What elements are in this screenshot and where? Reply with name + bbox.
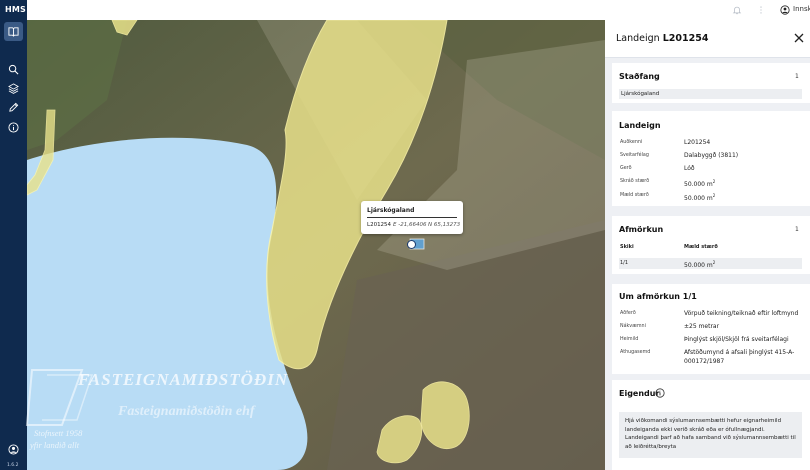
panel-title-id: L201254	[662, 33, 709, 44]
bell-icon[interactable]	[732, 5, 742, 15]
stadfang-heading: Staðfang	[619, 72, 660, 81]
app-version: 1.6.2	[7, 463, 19, 468]
um-afmorkun-heading: Um afmörkun 1/1	[619, 292, 697, 301]
row-label: Athugasemd	[620, 350, 651, 355]
watermark-subtitle: Fasteignamiðstöðin ehf	[118, 404, 255, 419]
watermark-title: FASTEIGNAMIÐSTÖÐIN	[78, 370, 289, 389]
row-label: Skráð stærð	[620, 179, 650, 184]
row-size: 50.000 m2	[684, 260, 716, 269]
landeign-heading: Landeign	[619, 121, 661, 130]
eigendur-note: Hjá viðkomandi sýslumannsembætti hefur e…	[619, 412, 802, 458]
row-label: Auðkenni	[620, 140, 643, 145]
search-button[interactable]	[4, 60, 23, 79]
popup-title: Ljárskógaland	[367, 207, 415, 214]
more-vertical-icon[interactable]	[756, 5, 766, 15]
row-value: ±25 metrar	[684, 323, 720, 330]
row-value: Vörpuð teikning/teiknað eftir loftmynd	[684, 310, 799, 317]
row-skiki: 1/1	[620, 260, 629, 266]
row-value: Lóð	[684, 165, 695, 172]
details-panel: Landeign L201254 Staðfang 1 Ljárskógalan…	[605, 20, 810, 470]
row-label: Heimild	[620, 337, 639, 342]
row-value: 50.000 m2	[684, 193, 716, 202]
location-marker[interactable]	[407, 240, 416, 249]
stadfang-count: 1	[795, 73, 799, 80]
popup-coord-n: N 65,13273	[428, 222, 461, 228]
row-label: Mæld stærð	[620, 193, 649, 198]
row-value: 50.000 m2	[684, 179, 716, 188]
book-open-icon	[8, 27, 19, 37]
layers-icon	[8, 83, 19, 94]
afmorkun-card: Afmörkun 1 Skiki Mæld stærð 1/1 50.000 m…	[612, 216, 810, 274]
watermark-tagline: yfir landið allt	[30, 440, 80, 450]
popup-coord-e: E -21,66406	[393, 222, 427, 228]
row-value: Afstöðumynd á afsali þinglýst 415-A-0001…	[684, 349, 795, 365]
small-parcel[interactable]	[420, 381, 470, 450]
afmorkun-heading: Afmörkun	[619, 225, 664, 234]
panel-title: Landeign L201254	[616, 33, 708, 44]
um-afmorkun-card: Um afmörkun 1/1 Aðferð Vörpuð teikning/t…	[612, 284, 810, 374]
eigendur-note-text: Hjá viðkomandi sýslumannsembætti hefur e…	[625, 418, 796, 450]
row-label: Aðferð	[620, 311, 636, 316]
row-value: L201254	[684, 139, 711, 146]
row-label: Gerð	[620, 166, 632, 171]
row-value: Þinglýst skjöl/Skjöl frá sveitarfélagi	[684, 336, 789, 343]
row-label: Sveitarfélag	[620, 153, 649, 158]
column-header-size: Mæld stærð	[684, 244, 718, 250]
stadfang-value: Ljárskógaland	[621, 91, 660, 97]
stadfang-card: Staðfang 1 Ljárskógaland	[612, 63, 810, 103]
afmorkun-count: 1	[795, 226, 799, 233]
user-circle-icon[interactable]	[780, 5, 790, 15]
account-button[interactable]	[4, 440, 23, 459]
close-icon[interactable]	[794, 33, 804, 43]
landeign-card: Landeign Auðkenni L201254 Sveitarfélag D…	[612, 111, 810, 206]
eigendur-heading: Eigendur	[619, 389, 660, 398]
map-layers-button[interactable]	[4, 22, 23, 41]
table-row[interactable]: 1/1 50.000 m2	[619, 258, 802, 269]
search-icon	[8, 64, 19, 75]
app-logo[interactable]: HMS	[5, 5, 26, 14]
stadfang-row[interactable]: Ljárskógaland	[619, 89, 802, 99]
login-link[interactable]: Innskr	[793, 5, 810, 13]
user-circle-icon	[8, 444, 19, 455]
column-header-skiki: Skiki	[620, 244, 634, 250]
row-label: Nákvæmni	[620, 324, 646, 329]
popup-parcel-id: L201254	[367, 222, 392, 228]
panel-title-prefix: Landeign	[616, 33, 660, 44]
map-popup: Ljárskógaland L201254 E -21,66406 N 65,1…	[361, 201, 463, 234]
watermark-founded: Stofnsett 1958	[34, 428, 83, 438]
layers-button[interactable]	[4, 79, 23, 98]
eigendur-card: Eigendur Hjá viðkomandi sýslumannsembætt…	[612, 380, 810, 470]
info-icon[interactable]	[655, 388, 665, 398]
popup-divider	[367, 217, 457, 218]
row-value: Dalabyggð (3811)	[684, 152, 739, 159]
info-icon	[8, 122, 19, 133]
top-bar	[27, 0, 810, 21]
panel-header: Landeign L201254	[605, 20, 810, 58]
pencil-icon	[9, 102, 19, 112]
draw-button[interactable]	[4, 98, 23, 117]
info-button[interactable]	[4, 118, 23, 137]
